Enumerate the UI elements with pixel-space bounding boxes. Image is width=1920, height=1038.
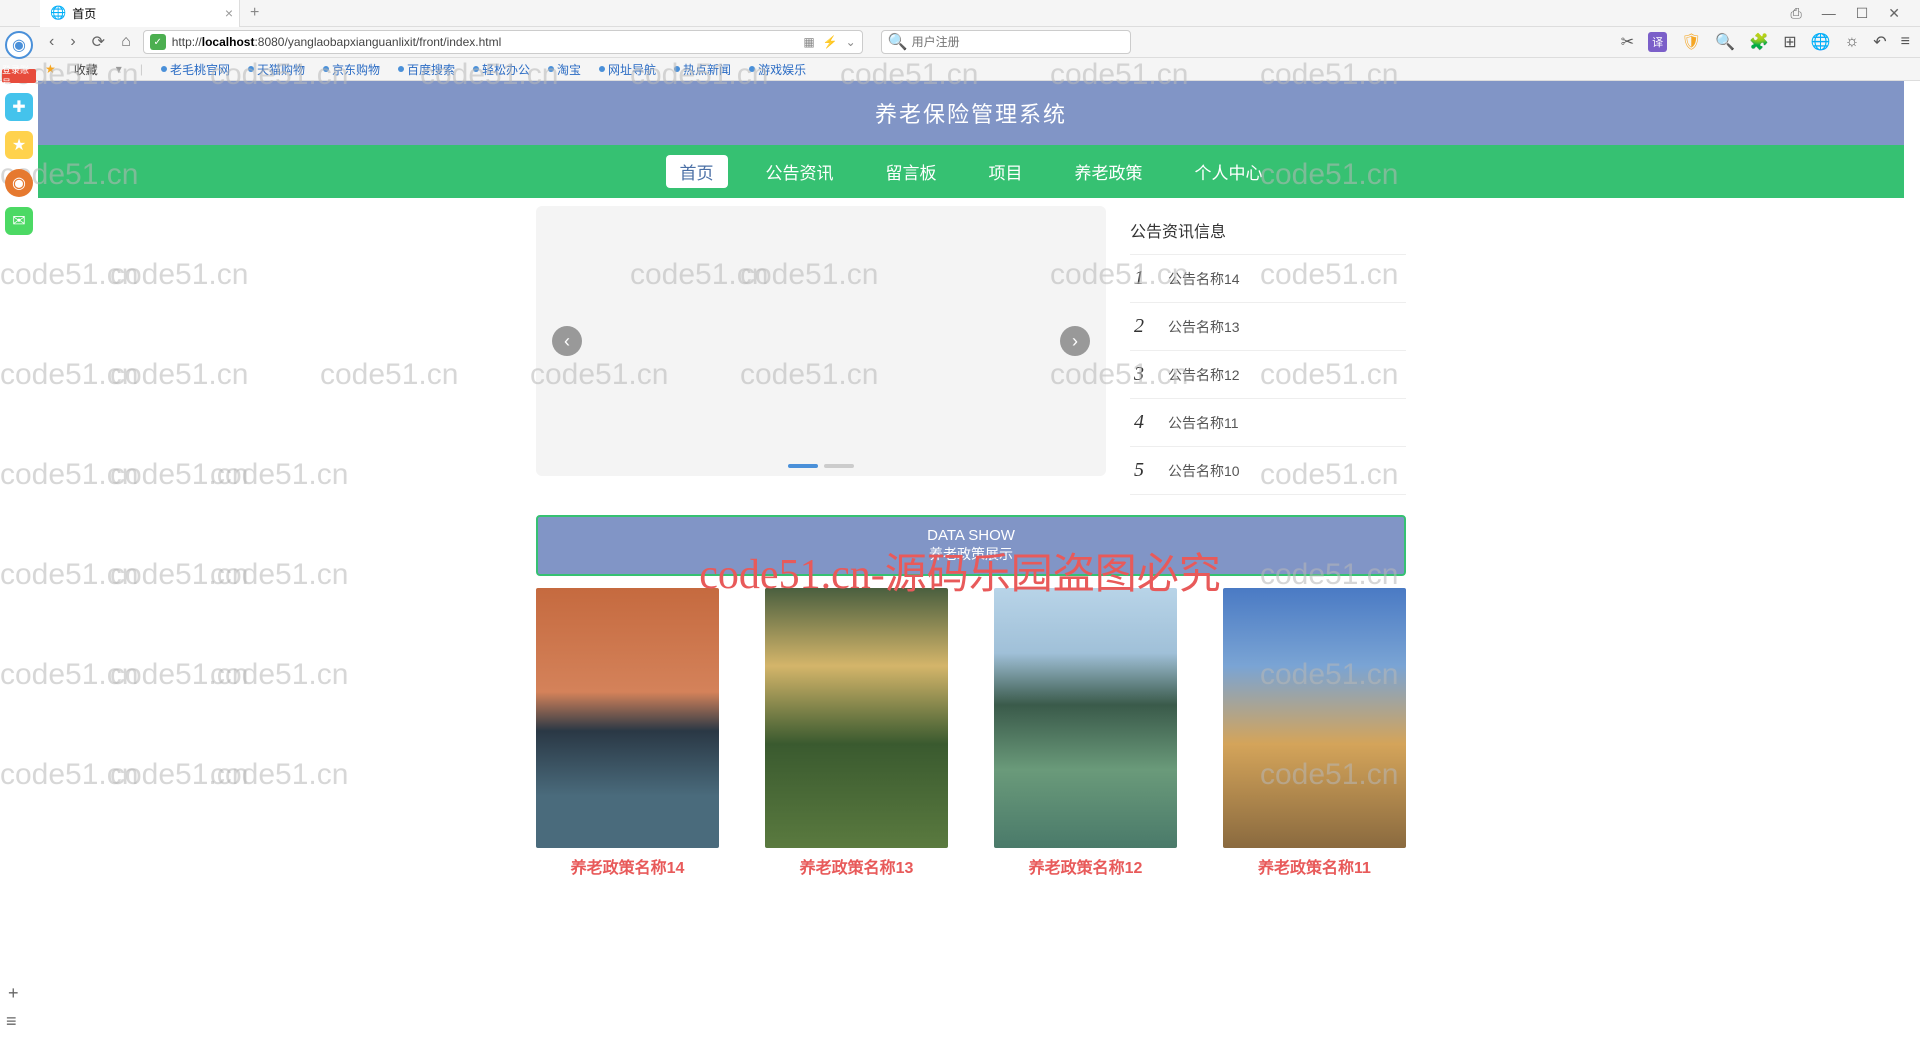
news-heading: 公告资讯信息 (1130, 206, 1406, 255)
login-badge[interactable]: 登录账号 (2, 69, 36, 83)
home-icon[interactable]: ⌂ (117, 33, 135, 51)
watermark-center: code51.cn-源码乐园盗图必究 (699, 540, 1220, 601)
list-toggle-button[interactable]: ≡ (6, 1011, 17, 1032)
address-bar[interactable]: ✓ http://localhost:8080/yanglaobapxiangu… (143, 30, 863, 54)
globe-icon: 🌐 (50, 5, 66, 21)
browser-tab[interactable]: 🌐 首页 × (40, 0, 240, 27)
url-text: http://localhost:8080/yanglaobapxianguan… (172, 35, 502, 49)
minimize-icon[interactable]: — (1822, 5, 1836, 22)
site-title: 养老保险管理系统 (38, 81, 1904, 145)
plus-app-icon[interactable]: ✚ (5, 93, 33, 121)
card-image (1223, 588, 1406, 848)
close-tab-icon[interactable]: × (225, 5, 233, 21)
nav-news[interactable]: 公告资讯 (752, 155, 848, 188)
search-icon: 🔍 (888, 32, 908, 52)
tab-title: 首页 (72, 5, 96, 22)
fav-label[interactable]: 收藏 (74, 61, 98, 78)
carousel-prev-button[interactable]: ‹ (552, 326, 582, 356)
weibo-icon[interactable]: ◉ (5, 169, 33, 197)
nav-board[interactable]: 留言板 (872, 155, 951, 188)
news-item[interactable]: 3公告名称12 (1130, 351, 1406, 399)
scissors-icon[interactable]: ✂ (1621, 32, 1634, 52)
bookmark-link[interactable]: 京东购物 (323, 61, 380, 78)
bookmark-link[interactable]: 淘宝 (548, 61, 581, 78)
security-icon[interactable]: 🛡 (1681, 32, 1701, 52)
bolt-icon[interactable]: ⚡ (823, 35, 838, 49)
news-item[interactable]: 2公告名称13 (1130, 303, 1406, 351)
policy-card[interactable]: 养老政策名称12 (994, 588, 1177, 878)
card-title: 养老政策名称11 (1223, 848, 1406, 878)
card-title: 养老政策名称13 (765, 848, 948, 878)
back-icon[interactable]: ‹ (45, 33, 58, 51)
policy-card[interactable]: 养老政策名称11 (1223, 588, 1406, 878)
bookmark-link[interactable]: 网址导航 (599, 61, 656, 78)
compass-icon[interactable]: ◉ (5, 31, 33, 59)
bookmark-link[interactable]: 热点新闻 (674, 61, 731, 78)
new-tab-button[interactable]: + (240, 4, 269, 22)
news-item[interactable]: 1公告名称14 (1130, 255, 1406, 303)
translate-icon[interactable]: 译 (1648, 32, 1667, 52)
bookmark-link[interactable]: 百度搜索 (398, 61, 455, 78)
bookmark-link[interactable]: 天猫购物 (248, 61, 305, 78)
card-image (994, 588, 1177, 848)
brightness-icon[interactable]: ☼ (1845, 33, 1860, 51)
policy-card[interactable]: 养老政策名称13 (765, 588, 948, 878)
news-item[interactable]: 5公告名称10 (1130, 447, 1406, 495)
add-panel-button[interactable]: + (8, 983, 19, 1004)
nav-profile[interactable]: 个人中心 (1181, 155, 1277, 188)
dropdown-icon[interactable]: ⌄ (846, 35, 856, 49)
fav-star-icon[interactable]: ★ (45, 62, 56, 76)
zoom-icon[interactable]: 🔍 (1715, 32, 1735, 52)
card-title: 养老政策名称14 (536, 848, 719, 878)
carousel-dot[interactable] (824, 464, 854, 468)
globe2-icon[interactable]: 🌐 (1811, 32, 1831, 52)
card-image (536, 588, 719, 848)
qr-icon[interactable]: ▦ (803, 35, 814, 49)
extensions-icon[interactable]: 🧩 (1749, 32, 1769, 52)
pin-icon[interactable]: ⎙ (1791, 5, 1802, 22)
bookmark-link[interactable]: 轻松办公 (473, 61, 530, 78)
menu-icon[interactable]: ≡ (1901, 33, 1910, 51)
card-image (765, 588, 948, 848)
bookmark-link[interactable]: 老毛桃官网 (161, 61, 230, 78)
site-nav: 首页 公告资讯 留言板 项目 养老政策 个人中心 (38, 145, 1904, 198)
card-title: 养老政策名称12 (994, 848, 1177, 878)
nav-policy[interactable]: 养老政策 (1061, 155, 1157, 188)
nav-home[interactable]: 首页 (666, 155, 728, 188)
carousel: ‹ › (536, 206, 1106, 476)
shield-icon: ✓ (150, 34, 166, 50)
maximize-icon[interactable]: ☐ (1856, 5, 1869, 22)
nav-project[interactable]: 项目 (975, 155, 1037, 188)
bookmark-link[interactable]: 游戏娱乐 (749, 61, 806, 78)
news-item[interactable]: 4公告名称11 (1130, 399, 1406, 447)
policy-card[interactable]: 养老政策名称14 (536, 588, 719, 878)
mail-icon[interactable]: ✉ (5, 207, 33, 235)
reload-icon[interactable]: ⟳ (88, 32, 109, 52)
carousel-dot[interactable] (788, 464, 818, 468)
search-input[interactable] (912, 35, 1124, 49)
carousel-next-button[interactable]: › (1060, 326, 1090, 356)
close-window-icon[interactable]: ✕ (1888, 5, 1900, 22)
apps-icon[interactable]: ⊞ (1783, 32, 1796, 52)
undo-icon[interactable]: ↶ (1873, 32, 1886, 52)
search-box[interactable]: 🔍 (881, 30, 1131, 54)
star-app-icon[interactable]: ★ (5, 131, 33, 159)
forward-icon[interactable]: › (66, 33, 79, 51)
